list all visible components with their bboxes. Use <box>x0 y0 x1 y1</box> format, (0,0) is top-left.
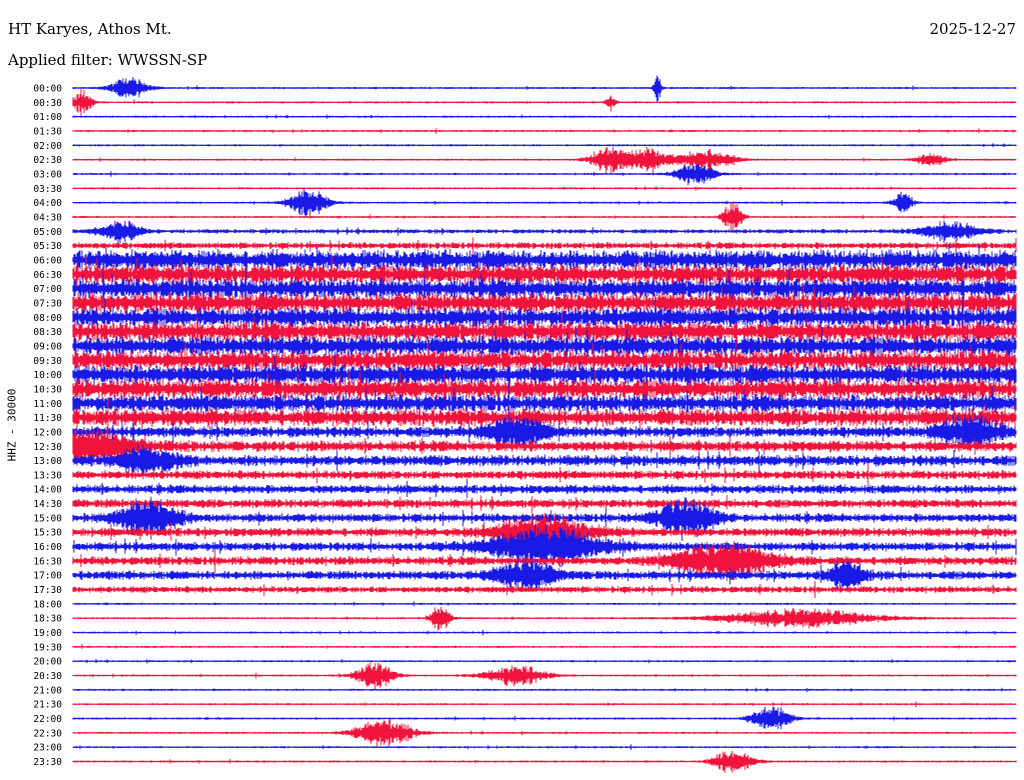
time-tick-label: 14:00 <box>33 485 62 496</box>
trace-1400 <box>72 478 1017 498</box>
time-tick-label: 14:30 <box>33 499 62 510</box>
trace-group <box>72 75 1017 773</box>
time-tick-label: 16:30 <box>33 556 62 567</box>
time-tick-label: 11:30 <box>33 413 62 424</box>
time-tick-label: 17:30 <box>33 585 62 596</box>
time-tick-label: 22:30 <box>33 728 62 739</box>
trace-2030 <box>72 662 1017 690</box>
trace-0000 <box>72 75 1017 103</box>
time-tick-label: 05:00 <box>33 227 62 238</box>
time-tick-label: 12:30 <box>33 442 62 453</box>
time-tick-label: 00:30 <box>33 98 62 109</box>
time-tick-label: 16:00 <box>33 542 62 553</box>
time-tick-label: 17:00 <box>33 571 62 582</box>
trace-2200 <box>72 706 1017 730</box>
seismogram-plot: 00:00 00:30 01:00 01:30 02:00 02:30 03:00 03:30… <box>33 75 1017 773</box>
trace-0500 <box>72 220 1017 245</box>
time-tick-label: 12:00 <box>33 427 62 438</box>
time-tick-label: 18:30 <box>33 614 62 625</box>
time-tick-label: 06:00 <box>33 255 62 266</box>
time-tick-label: 13:30 <box>33 470 62 481</box>
time-tick-label: 19:30 <box>33 642 62 653</box>
time-tick-label: 08:30 <box>33 327 62 338</box>
time-tick-label: 23:30 <box>33 757 62 768</box>
time-tick-label: 23:00 <box>33 743 62 754</box>
time-tick-label: 10:00 <box>33 370 62 381</box>
time-tick-label: 20:30 <box>33 671 62 682</box>
time-tick-label: 22:00 <box>33 714 62 725</box>
time-tick-label: 03:30 <box>33 184 62 195</box>
time-tick-label: 11:00 <box>33 399 62 410</box>
time-tick-label: 00:00 <box>33 84 62 95</box>
time-tick-label: 09:30 <box>33 356 62 367</box>
time-tick-label: 21:30 <box>33 700 62 711</box>
time-tick-label: 21:00 <box>33 685 62 696</box>
time-tick-label: 20:00 <box>33 657 62 668</box>
time-tick-label: 09:00 <box>33 341 62 352</box>
time-tick-label: 02:00 <box>33 141 62 152</box>
time-tick-label: 19:00 <box>33 628 62 639</box>
time-tick-label: 01:00 <box>33 112 62 123</box>
tick-label-group: 00:00 00:30 01:00 01:30 02:00 02:30 03:00 03:30… <box>33 84 62 769</box>
time-tick-label: 05:30 <box>33 241 62 252</box>
time-tick-label: 06:30 <box>33 270 62 281</box>
time-tick-label: 07:30 <box>33 298 62 309</box>
time-tick-label: 04:30 <box>33 212 62 223</box>
time-tick-label: 01:30 <box>33 126 62 137</box>
time-tick-label: 04:00 <box>33 198 62 209</box>
time-tick-label: 13:00 <box>33 456 62 467</box>
time-tick-label: 03:00 <box>33 169 62 180</box>
trace-0300 <box>72 164 1017 186</box>
time-tick-label: 08:00 <box>33 313 62 324</box>
time-tick-label: 07:00 <box>33 284 62 295</box>
time-tick-label: 15:30 <box>33 528 62 539</box>
time-tick-label: 18:00 <box>33 599 62 610</box>
time-tick-label: 02:30 <box>33 155 62 166</box>
time-tick-label: 10:30 <box>33 384 62 395</box>
time-tick-label: 15:00 <box>33 513 62 524</box>
